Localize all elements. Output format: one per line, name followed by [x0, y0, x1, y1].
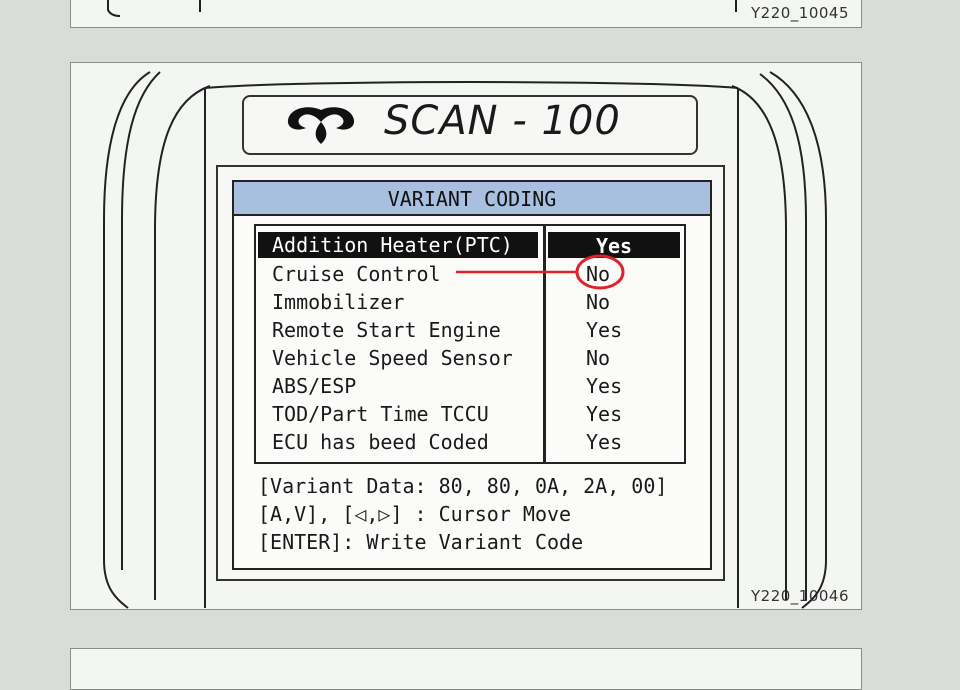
row-value: Yes	[548, 232, 680, 258]
row-name: Cruise Control	[272, 262, 441, 286]
row-value: Yes	[586, 318, 623, 342]
row-name: TOD/Part Time TCCU	[272, 402, 489, 426]
table-row[interactable]: Vehicle Speed Sensor No	[256, 344, 684, 372]
row-name: Immobilizer	[272, 290, 405, 314]
variant-data-line: [Variant Data: 80, 80, 0A, 2A, 00]	[258, 474, 668, 498]
table-row[interactable]: Addition Heater(PTC) Yes	[256, 232, 684, 260]
device-title: SCAN - 100	[384, 98, 621, 144]
device-screen: VARIANT CODING Addition Heater(PTC) Yes …	[232, 180, 712, 570]
table-row[interactable]: Cruise Control No	[256, 260, 684, 288]
row-value: Yes	[586, 430, 623, 454]
variant-table: Addition Heater(PTC) Yes Cruise Control …	[254, 224, 686, 464]
row-name: Vehicle Speed Sensor	[272, 346, 513, 370]
enter-help-line: [ENTER]: Write Variant Code	[258, 530, 584, 554]
ssangyong-wing-logo-icon	[287, 107, 355, 144]
table-row[interactable]: ABS/ESP Yes	[256, 372, 684, 400]
row-value: Yes	[586, 374, 623, 398]
row-name: ECU has beed Coded	[272, 430, 489, 454]
row-name: Remote Start Engine	[272, 318, 501, 342]
table-row[interactable]: ECU has beed Coded Yes	[256, 428, 684, 456]
table-row[interactable]: Remote Start Engine Yes	[256, 316, 684, 344]
row-value: No	[586, 346, 611, 370]
row-name: Addition Heater(PTC)	[258, 232, 538, 258]
row-value: No	[586, 262, 611, 286]
screen-header: VARIANT CODING	[234, 182, 710, 216]
table-row[interactable]: Immobilizer No	[256, 288, 684, 316]
cursor-help-line: [A,V], [◁,▷] : Cursor Move	[258, 502, 572, 526]
row-name: ABS/ESP	[272, 374, 357, 398]
row-value: Yes	[586, 402, 623, 426]
table-row[interactable]: TOD/Part Time TCCU Yes	[256, 400, 684, 428]
row-value: No	[586, 290, 611, 314]
